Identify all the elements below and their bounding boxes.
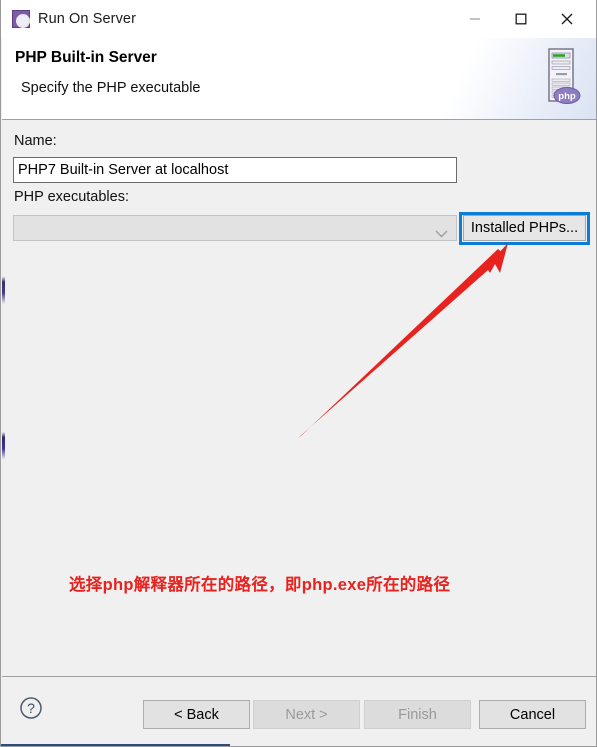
- finish-button-label: Finish: [398, 706, 437, 723]
- run-on-server-icon: [12, 10, 30, 28]
- help-icon[interactable]: ?: [19, 696, 43, 725]
- next-button-label: Next >: [285, 706, 328, 723]
- back-button[interactable]: < Back: [143, 700, 250, 729]
- left-edge-strip: [2, 121, 5, 676]
- php-executables-label: PHP executables:: [14, 189, 129, 205]
- next-button: Next >: [253, 700, 360, 729]
- installed-phps-button[interactable]: Installed PHPs...: [463, 215, 586, 241]
- installed-phps-button-label: Installed PHPs...: [470, 220, 579, 236]
- name-label: Name:: [14, 133, 57, 149]
- maximize-icon[interactable]: [498, 4, 544, 34]
- run-on-server-dialog: Run On Server PHP Built-in Server Specif…: [0, 0, 597, 747]
- help-icon-glyph: ?: [27, 700, 35, 716]
- annotation-text: 选择php解释器所在的路径，即php.exe所在的路径: [69, 576, 451, 594]
- close-icon[interactable]: [544, 4, 590, 34]
- server-name-input[interactable]: [13, 157, 457, 183]
- minimize-icon[interactable]: [452, 4, 498, 34]
- page-subtitle: Specify the PHP executable: [21, 80, 201, 96]
- wizard-header: PHP Built-in Server Specify the PHP exec…: [2, 38, 596, 120]
- back-button-label: < Back: [174, 706, 219, 723]
- dialog-footer: ? < Back Next > Finish Cancel: [2, 676, 596, 745]
- php-server-icon: php: [548, 48, 581, 104]
- finish-button: Finish: [364, 700, 471, 729]
- window-controls: [452, 4, 590, 34]
- dialog-body: Name: PHP executables: Installed PHPs...…: [2, 121, 596, 676]
- title-bar: Run On Server: [1, 0, 596, 38]
- window-title: Run On Server: [38, 11, 137, 27]
- chevron-down-icon: [435, 225, 448, 243]
- page-title: PHP Built-in Server: [15, 49, 157, 66]
- cancel-button[interactable]: Cancel: [479, 700, 586, 729]
- cancel-button-label: Cancel: [509, 706, 556, 723]
- php-executables-dropdown[interactable]: [13, 215, 457, 241]
- php-badge-text: php: [558, 91, 576, 102]
